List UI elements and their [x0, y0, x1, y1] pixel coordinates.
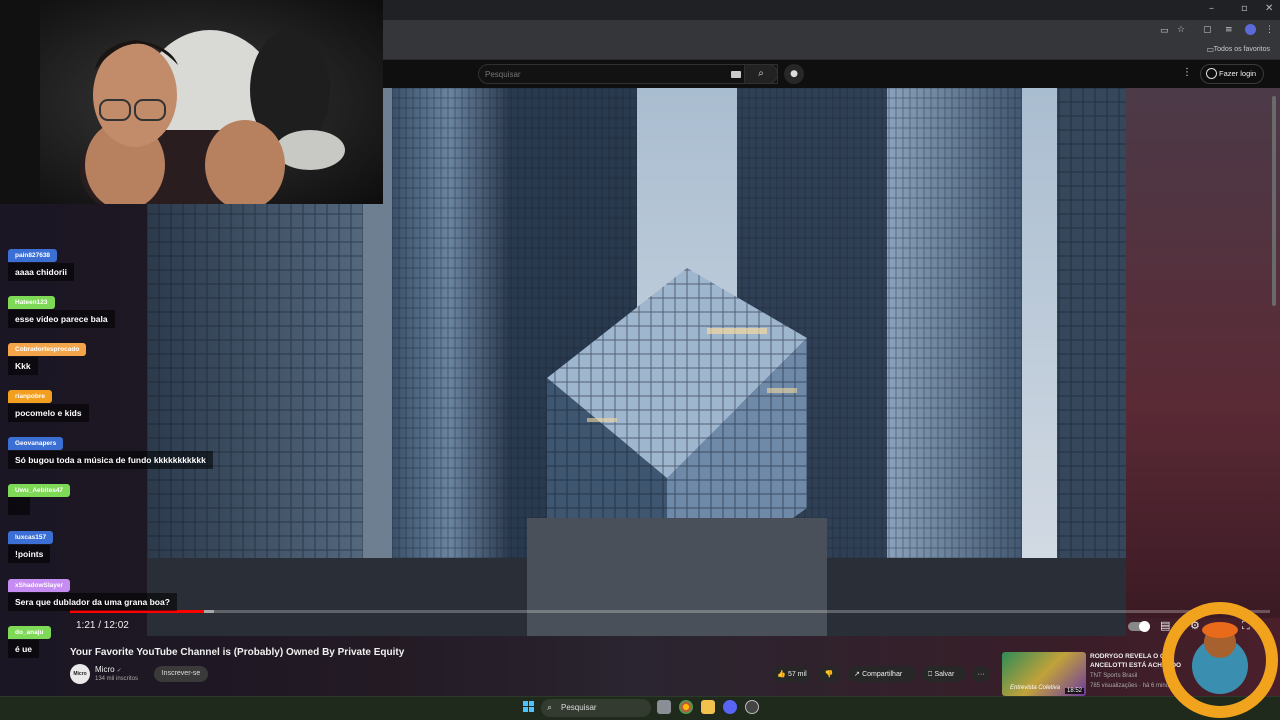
- chat-username[interactable]: Geovanapers: [8, 437, 64, 450]
- login-button[interactable]: Fazer login: [1200, 64, 1264, 84]
- chat-username[interactable]: Hateen123: [8, 296, 55, 309]
- cast-icon[interactable]: ▭: [1160, 26, 1169, 36]
- progress-bar[interactable]: [70, 610, 1270, 613]
- obs-icon[interactable]: [745, 700, 759, 714]
- chat-message: rianpobre pocomelo e kids: [8, 385, 89, 422]
- chat-message: do_anaju é ue: [8, 621, 51, 658]
- screen: – ▫ ✕ ▭ ☆ ▢ ≡ ⋮ ▭ Todos os favoritos ⌕ ●…: [0, 0, 1280, 720]
- search-icon: ⌕: [547, 703, 553, 713]
- close-icon[interactable]: ✕: [1265, 3, 1273, 14]
- recommended-duration: 18:52: [1064, 688, 1084, 694]
- ambient-glow: [1126, 88, 1280, 618]
- browser-toolbar: ▭ ☆ ▢ ≡ ⋮: [383, 20, 1280, 42]
- chat-username[interactable]: Uwu_Aebites47: [8, 484, 71, 497]
- save-button[interactable]: ⎕ Salvar: [922, 666, 966, 682]
- star-icon[interactable]: ☆: [1177, 25, 1185, 35]
- chat-text: esse video parece bala: [8, 310, 115, 328]
- chat-text: !points: [8, 545, 51, 563]
- all-bookmarks-link[interactable]: Todos os favoritos: [1214, 46, 1270, 53]
- recommended-channel[interactable]: TNT Sports Brasil: [1090, 673, 1137, 679]
- settings-menu-icon[interactable]: ⋮: [1182, 67, 1192, 78]
- dislike-button[interactable]: 👎: [818, 666, 840, 682]
- file-explorer-icon[interactable]: [701, 700, 715, 714]
- webcam-feed: [0, 0, 383, 204]
- more-actions-button[interactable]: ···: [972, 666, 990, 682]
- task-view-icon[interactable]: [657, 700, 671, 714]
- recommended-thumb-label: Entrevista Coletiva: [1010, 685, 1061, 691]
- chat-message: xShadowSlayer Sera que dublador da uma gr…: [8, 574, 177, 611]
- channel-watermark-logo: [1162, 602, 1278, 718]
- search-box[interactable]: [478, 64, 778, 84]
- time-display: 1:21 / 12:02: [76, 620, 129, 631]
- taskbar-search[interactable]: ⌕ Pesquisar: [541, 699, 651, 717]
- more-icon[interactable]: ⋮: [1265, 25, 1274, 35]
- chat-username[interactable]: xShadowSlayer: [8, 579, 71, 592]
- more-icon: ···: [977, 671, 985, 678]
- profile-icon[interactable]: [1245, 24, 1256, 35]
- search-input[interactable]: [485, 68, 715, 81]
- chat-username[interactable]: luxcas157: [8, 531, 54, 544]
- chat-username[interactable]: do_anaju: [8, 626, 51, 639]
- bookmark-icon: ⎕: [928, 670, 933, 678]
- chat-message: Geovanapers Só bugou toda a música de fun…: [8, 432, 213, 469]
- chat-text: pocomelo e kids: [8, 404, 89, 422]
- chat-message: Cobradortesprocado Kkk: [8, 338, 87, 375]
- scrollbar[interactable]: [1272, 96, 1276, 306]
- taskbar-search-label: Pesquisar: [561, 703, 597, 712]
- chrome-icon[interactable]: [679, 700, 693, 714]
- chat-text: Só bugou toda a música de fundo kkkkkkkk…: [8, 451, 213, 469]
- chat-message: luxcas157 !points: [8, 526, 54, 563]
- voice-search-button[interactable]: ●: [784, 64, 804, 84]
- thumbs-up-icon: 👍: [777, 670, 786, 678]
- menu-icon[interactable]: ≡: [1225, 25, 1233, 35]
- channel-name-text: Micro: [95, 665, 115, 674]
- verified-icon: ✓: [116, 667, 122, 674]
- discord-icon[interactable]: [723, 700, 737, 714]
- thumbs-down-icon: 👎: [824, 670, 834, 678]
- chat-username[interactable]: pain827638: [8, 249, 58, 262]
- bookmarks-bar: ▭ Todos os favoritos: [383, 42, 1280, 60]
- chat-message: Hateen123 esse video parece bala: [8, 291, 115, 328]
- toggle-knob: [1139, 621, 1150, 632]
- chat-text: aaaa chidorii: [8, 263, 74, 281]
- chat-text: é ue: [8, 640, 40, 658]
- keyboard-icon[interactable]: [731, 71, 741, 78]
- share-icon: ↗: [854, 670, 860, 678]
- like-count: 57 mil: [787, 671, 807, 678]
- chat-message: Uwu_Aebites47: [8, 479, 71, 520]
- channel-name[interactable]: Micro ✓: [95, 665, 122, 674]
- recommended-thumbnail[interactable]: Entrevista Coletiva 18:52: [1002, 652, 1086, 696]
- chat-text: Kkk: [8, 357, 38, 375]
- search-button[interactable]: ⌕: [744, 64, 778, 84]
- channel-avatar[interactable]: Micro: [70, 664, 90, 684]
- save-label: Salvar: [934, 671, 955, 678]
- share-button[interactable]: ↗ Compartilhar: [848, 666, 916, 682]
- windows-start-icon[interactable]: [523, 701, 535, 713]
- search-icon: ⌕: [758, 68, 764, 79]
- like-button[interactable]: 👍 57 mil: [772, 666, 810, 682]
- autoplay-toggle[interactable]: [1128, 621, 1150, 632]
- maximize-icon[interactable]: ▫: [1241, 3, 1248, 14]
- channel-subscribers: 134 mil inscritos: [95, 676, 139, 682]
- browser-titlebar: – ▫ ✕: [383, 0, 1280, 20]
- chat-username[interactable]: rianpobre: [8, 390, 52, 403]
- minimize-icon[interactable]: –: [1209, 3, 1214, 14]
- chat-text: Sera que dublador da uma grana boa?: [8, 593, 177, 611]
- share-label: Compartilhar: [862, 671, 903, 678]
- login-label: Fazer login: [1219, 69, 1257, 78]
- chat-message: pain827638 aaaa chidorii: [8, 244, 74, 281]
- subscribe-button[interactable]: Inscrever-se: [154, 666, 208, 682]
- chat-username[interactable]: Cobradortesprocado: [8, 343, 87, 356]
- video-title: Your Favorite YouTube Channel is (Probab…: [70, 647, 405, 658]
- microphone-icon: ●: [790, 69, 798, 79]
- account-icon: [1206, 68, 1217, 79]
- webcam-overlay: [0, 0, 383, 204]
- extensions-icon[interactable]: ▢: [1203, 25, 1212, 35]
- chat-text: [8, 497, 30, 515]
